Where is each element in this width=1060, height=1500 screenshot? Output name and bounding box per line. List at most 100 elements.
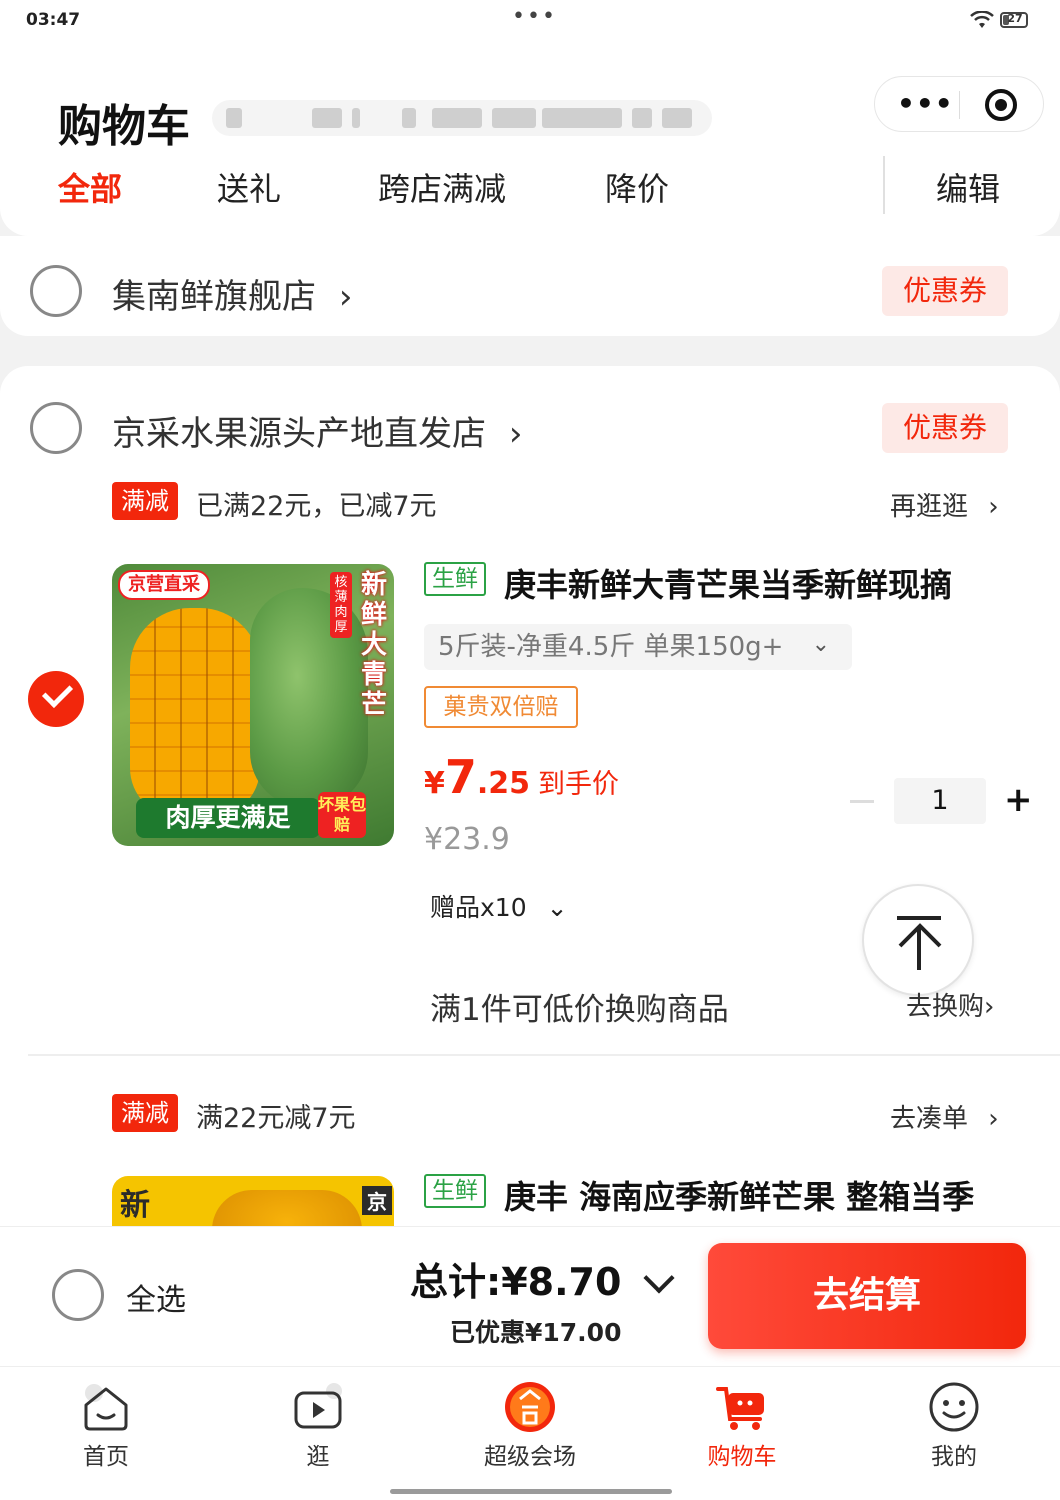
image-bottom-banner: 肉厚更满足 <box>136 798 320 838</box>
video-icon <box>294 1383 342 1429</box>
store-name-link[interactable]: 京采水果源头产地直发店 › <box>112 406 522 455</box>
bottom-nav: 首页 逛 超级会场 购物车 我的 <box>0 1366 1060 1500</box>
select-all-label[interactable]: 全选 <box>126 1275 186 1319</box>
address-bar-blurred[interactable] <box>212 100 712 136</box>
chevron-right-icon: › <box>508 414 523 454</box>
final-price: ¥7.25 到手价 <box>424 750 619 804</box>
nav-item-home[interactable]: 首页 <box>0 1367 212 1477</box>
back-to-top-button[interactable] <box>862 884 974 996</box>
exchange-text: 满1件可低价换购商品 <box>430 992 729 1028</box>
profile-icon <box>929 1382 979 1432</box>
price-decimal: .25 <box>476 766 531 801</box>
product-title[interactable]: 庚丰新鲜大青芒果当季新鲜现摘 <box>504 560 952 606</box>
nav-item-cart[interactable]: 购物车 <box>636 1367 848 1477</box>
checkout-bar: 全选 总计:¥8.70 已优惠¥17.00 去结算 <box>0 1226 1060 1366</box>
home-icon <box>84 1384 128 1431</box>
store-name: 集南鲜旗舰店 <box>112 277 316 317</box>
store-name: 京采水果源头产地直发店 <box>112 414 486 454</box>
nav-item-profile[interactable]: 我的 <box>848 1367 1060 1477</box>
status-time: 03:47 <box>26 10 81 30</box>
total-label: 总计: <box>410 1260 502 1304</box>
divider <box>28 1054 1060 1056</box>
original-price: ¥23.9 <box>424 822 510 857</box>
image-text: 新 <box>120 1188 150 1223</box>
tab-cross-store-discount[interactable]: 跨店满减 <box>378 164 506 210</box>
home-indicator <box>390 1489 672 1494</box>
image-side-small-text: 核薄肉厚 <box>330 572 352 638</box>
item-checked-radio[interactable] <box>28 671 84 727</box>
chevron-down-icon[interactable] <box>643 1262 675 1294</box>
tab-gift[interactable]: 送礼 <box>217 164 281 210</box>
arrow-up-icon <box>898 923 942 948</box>
nav-label: 购物车 <box>707 1444 777 1470</box>
wifi-icon <box>970 11 994 28</box>
image-side-text: 新鲜大青芒 <box>360 570 387 720</box>
super-venue-icon <box>505 1382 555 1432</box>
image-bottom-tag: 坏果包赔 <box>318 792 366 838</box>
coupon-button[interactable]: 优惠券 <box>882 266 1008 316</box>
cart-icon <box>716 1387 764 1430</box>
product-title[interactable]: 庚丰 海南应季新鲜芒果 整箱当季 <box>504 1172 974 1218</box>
price-integer: 7 <box>444 750 477 804</box>
gift-dropdown[interactable]: 赠品x10 ⌄ <box>430 888 568 924</box>
exchange-link-label: 去换购 <box>906 992 985 1022</box>
chevron-right-icon: › <box>338 277 353 317</box>
total-amount: 总计:¥8.70 <box>410 1251 621 1306</box>
coupon-button[interactable]: 优惠券 <box>882 403 1008 453</box>
fresh-tag: 生鲜 <box>424 562 486 596</box>
nav-label: 我的 <box>931 1444 977 1470</box>
promo-tag: 满减 <box>112 482 178 520</box>
price-currency: ¥ <box>424 766 445 801</box>
promo-tag: 满减 <box>112 1094 178 1132</box>
chevron-right-icon: › <box>984 992 995 1022</box>
store-select-radio[interactable] <box>30 402 82 454</box>
capsule-divider <box>959 91 960 119</box>
quantity-input[interactable]: 1 <box>894 778 986 824</box>
miniprogram-capsule: ••• <box>874 76 1044 132</box>
promo-link[interactable]: 去凑单 › <box>890 1098 999 1135</box>
spec-value: 5斤装-净重4.5斤 单果150g+ <box>438 632 784 662</box>
guarantee-tag: 菓贵双倍赔 <box>424 686 578 728</box>
promo-link-label: 去凑单 <box>890 1104 969 1134</box>
back-to-top-icon <box>897 916 941 920</box>
battery-level: 27 <box>1007 12 1023 25</box>
select-all-radio[interactable] <box>52 1269 104 1321</box>
nav-item-browse[interactable]: 逛 <box>212 1367 424 1477</box>
store-card: 京采水果源头产地直发店 › 优惠券 满减 已满22元，已减7元 再逛逛 › 京营… <box>0 366 1060 1236</box>
image-badge: 京营直采 <box>118 570 210 600</box>
tab-price-drop[interactable]: 降价 <box>605 164 669 210</box>
nav-label: 逛 <box>306 1444 330 1470</box>
saved-amount: 已优惠¥17.00 <box>450 1318 622 1347</box>
chevron-right-icon: › <box>988 1104 999 1134</box>
mango-cut-illustration <box>130 608 260 818</box>
promo-text: 满22元减7元 <box>196 1103 356 1134</box>
promo-text: 已满22元，已减7元 <box>196 491 437 522</box>
store-card: 集南鲜旗舰店 › 优惠券 <box>0 236 1060 336</box>
status-dots: ••• <box>512 4 557 29</box>
more-icon[interactable]: ••• <box>897 87 954 120</box>
chevron-down-icon: ⌄ <box>546 893 568 922</box>
header: 购物车 ••• 全部 送礼 跨店满减 降价 编辑 <box>0 42 1060 236</box>
store-name-link[interactable]: 集南鲜旗舰店 › <box>112 269 352 318</box>
quantity-decrease-button[interactable] <box>850 800 874 803</box>
tab-all[interactable]: 全部 <box>58 164 122 210</box>
nav-label: 首页 <box>83 1444 129 1470</box>
promo-link[interactable]: 再逛逛 › <box>890 486 999 523</box>
status-bar: 03:47 ••• 27 <box>0 0 1060 42</box>
checkout-button[interactable]: 去结算 <box>708 1243 1026 1349</box>
close-miniprogram-icon[interactable] <box>985 89 1017 121</box>
page-title: 购物车 <box>58 101 190 152</box>
spec-selector[interactable]: 5斤装-净重4.5斤 单果150g+ ⌄ <box>424 624 852 670</box>
store-select-radio[interactable] <box>30 265 82 317</box>
fresh-tag: 生鲜 <box>424 1174 486 1208</box>
edit-button[interactable]: 编辑 <box>936 164 1000 210</box>
price-label: 到手价 <box>538 769 620 800</box>
tab-divider <box>883 156 885 214</box>
total-value: ¥8.70 <box>501 1260 622 1304</box>
product-image[interactable]: 京营直采 核薄肉厚 新鲜大青芒 肉厚更满足 坏果包赔 <box>112 564 394 846</box>
exchange-link[interactable]: 去换购› <box>906 986 994 1023</box>
quantity-increase-button[interactable]: + <box>1004 780 1033 820</box>
image-side-text: 京 <box>362 1186 392 1215</box>
nav-item-super-venue[interactable]: 超级会场 <box>424 1367 636 1477</box>
gift-label: 赠品x10 <box>430 893 527 922</box>
